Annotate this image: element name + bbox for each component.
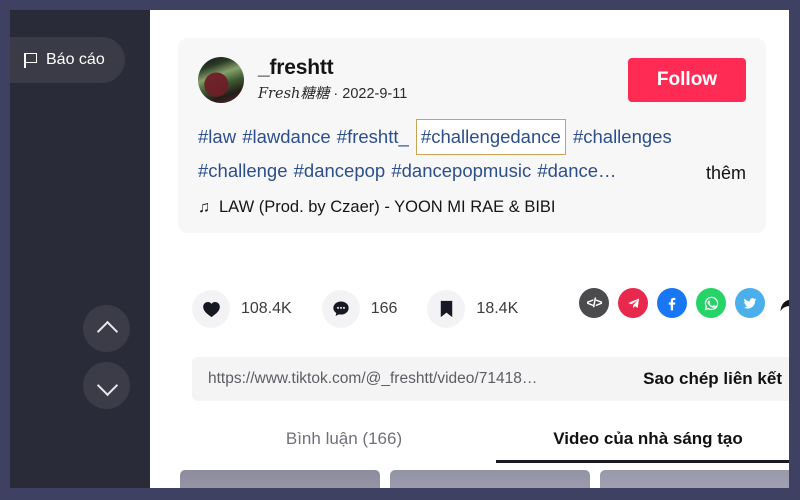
hashtags-leading[interactable]: #law #lawdance #freshtt_ xyxy=(198,126,415,147)
creator-video-grid xyxy=(180,470,789,488)
like-count: 108.4K xyxy=(241,300,292,317)
music-title: LAW (Prod. by Czaer) - YOON MI RAE & BIB… xyxy=(219,198,556,217)
author-row: _freshtt Fresh糖糖 · 2022-9-11 Follow xyxy=(198,56,746,103)
next-video-button[interactable] xyxy=(83,362,130,409)
share-icon-group: </> xyxy=(579,288,789,318)
music-row[interactable]: ♫ LAW (Prod. by Czaer) - YOON MI RAE & B… xyxy=(198,198,746,217)
chevron-down-icon xyxy=(98,377,116,395)
follow-button[interactable]: Follow xyxy=(628,57,746,102)
heart-icon[interactable] xyxy=(192,290,230,328)
video-url-text[interactable]: https://www.tiktok.com/@_freshtt/video/7… xyxy=(192,370,625,388)
video-thumbnail-3[interactable] xyxy=(600,470,789,488)
forward-arrow-icon[interactable] xyxy=(774,288,789,318)
username[interactable]: _freshtt xyxy=(258,56,628,80)
app-window: Báo cáo _freshtt Fresh糖糖 · 2022-9-11 Fol… xyxy=(10,10,789,488)
avatar[interactable] xyxy=(198,56,244,103)
chevron-up-icon xyxy=(98,320,116,338)
flag-icon xyxy=(24,52,38,68)
previous-video-button[interactable] xyxy=(83,305,130,352)
comment-stat[interactable]: 166 xyxy=(321,290,398,328)
video-thumbnail-1[interactable] xyxy=(180,470,380,488)
description-row: #law #lawdance #freshtt_ #challengedance… xyxy=(198,119,746,186)
highlighted-hashtag[interactable]: #challengedance xyxy=(415,119,566,156)
action-bar: 108.4K 166 18.4K </> xyxy=(192,285,789,333)
like-stat[interactable]: 108.4K xyxy=(192,290,292,328)
comment-count: 166 xyxy=(370,300,398,317)
tab-creator-videos[interactable]: Video của nhà sáng tạo xyxy=(496,415,789,463)
post-info-card: _freshtt Fresh糖糖 · 2022-9-11 Follow #law… xyxy=(178,38,766,234)
comment-bubble-icon[interactable] xyxy=(321,290,360,328)
nickname: Fresh糖糖 xyxy=(258,86,330,103)
report-button[interactable]: Báo cáo xyxy=(10,37,125,83)
author-subline: Fresh糖糖 · 2022-9-11 xyxy=(258,82,628,103)
twitter-icon[interactable] xyxy=(735,288,765,318)
whatsapp-icon[interactable] xyxy=(696,288,726,318)
tab-bar: Bình luận (166) Video của nhà sáng tạo xyxy=(192,415,789,463)
subline-separator: · xyxy=(329,86,343,103)
tab-comments[interactable]: Bình luận (166) xyxy=(192,415,496,463)
video-thumbnail-2[interactable] xyxy=(390,470,590,488)
post-date: 2022-9-11 xyxy=(342,86,408,103)
hashtag-list: #law #lawdance #freshtt_ #challengedance… xyxy=(198,119,692,186)
screenshot-root: Báo cáo _freshtt Fresh糖糖 · 2022-9-11 Fol… xyxy=(0,0,800,500)
video-detail-panel: _freshtt Fresh糖糖 · 2022-9-11 Follow #law… xyxy=(150,10,789,488)
music-note-icon: ♫ xyxy=(198,198,210,216)
show-more-button[interactable]: thêm xyxy=(706,163,746,186)
bookmark-stat[interactable]: 18.4K xyxy=(427,290,518,328)
copy-link-button[interactable]: Sao chép liên kết xyxy=(625,369,789,389)
facebook-icon[interactable] xyxy=(657,288,687,318)
bookmark-icon[interactable] xyxy=(427,290,466,328)
embed-code-icon[interactable]: </> xyxy=(579,288,609,318)
share-link-row: https://www.tiktok.com/@_freshtt/video/7… xyxy=(192,357,789,401)
video-player-panel[interactable]: Báo cáo xyxy=(10,10,150,488)
telegram-icon[interactable] xyxy=(618,288,648,318)
author-text-block: _freshtt Fresh糖糖 · 2022-9-11 xyxy=(258,56,628,103)
bookmark-count: 18.4K xyxy=(476,300,519,317)
report-button-label: Báo cáo xyxy=(46,51,105,68)
